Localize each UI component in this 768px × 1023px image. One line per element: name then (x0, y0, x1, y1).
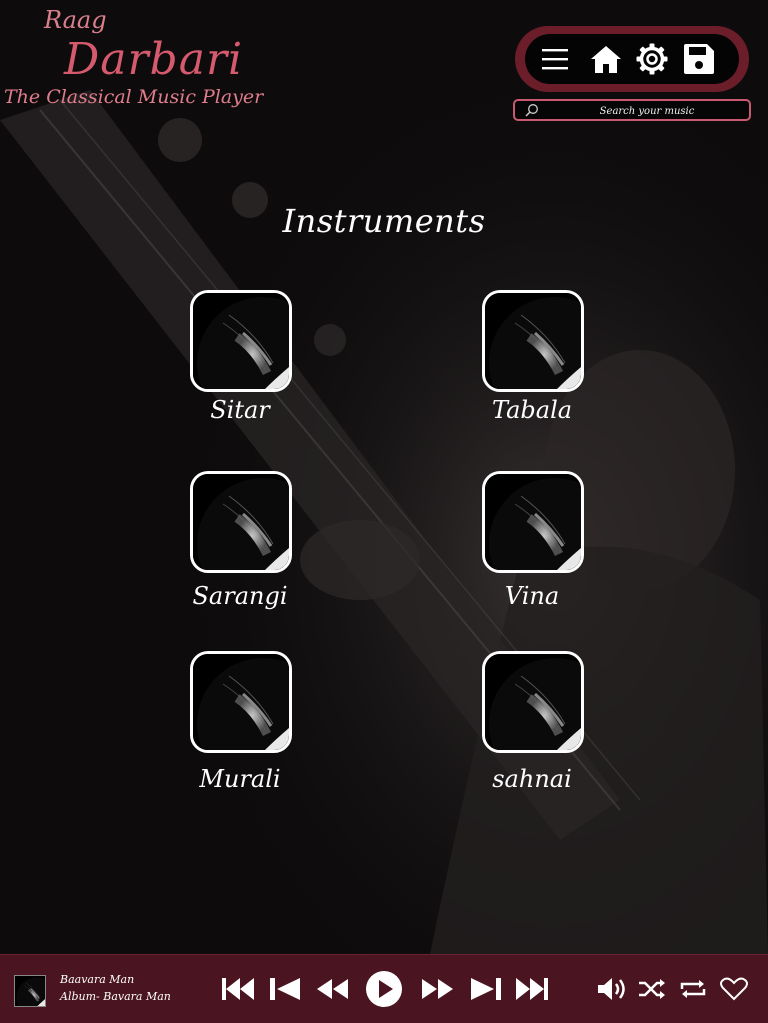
album-cover (482, 651, 584, 753)
search-bar (513, 99, 751, 121)
skip-start-button[interactable] (218, 971, 258, 1007)
vinyl-record-icon (485, 474, 581, 570)
album-cover (190, 471, 292, 573)
instrument-label: Vina (504, 582, 560, 610)
repeat-button[interactable] (673, 971, 713, 1007)
menu-icon (542, 49, 568, 70)
instrument-tile-vina[interactable]: Vina (442, 471, 622, 611)
search-icon (525, 104, 538, 117)
brand-line-raag: Raag (44, 6, 107, 34)
instrument-tile-murali[interactable]: Murali (150, 651, 330, 793)
volume-button[interactable] (592, 971, 632, 1007)
toolbar-inner (525, 34, 739, 84)
vinyl-record-icon (193, 293, 289, 389)
settings-icon (636, 43, 668, 75)
fast-forward-button[interactable] (418, 971, 458, 1007)
instrument-tile-sitar[interactable]: Sitar (150, 290, 330, 430)
page-title: Instruments (282, 202, 486, 240)
save-icon (684, 44, 714, 74)
volume-icon (598, 978, 625, 1000)
skip-end-button[interactable] (512, 971, 552, 1007)
search-input[interactable] (545, 101, 749, 121)
vinyl-record-icon (485, 293, 581, 389)
album-cover (482, 290, 584, 392)
instrument-label: sahnai (492, 765, 572, 793)
vinyl-record-icon (15, 976, 45, 1006)
instrument-tile-sahnai[interactable]: sahnai (442, 651, 622, 793)
save-button[interactable] (679, 34, 719, 84)
instrument-label: Murali (199, 765, 281, 793)
now-playing-album: Album- Bavara Man (60, 990, 171, 1003)
rewind-icon (317, 979, 348, 999)
vinyl-record-icon (193, 474, 289, 570)
album-cover (190, 290, 292, 392)
background-artwork (0, 0, 768, 1022)
repeat-icon (680, 980, 706, 998)
instrument-tile-tabala[interactable]: Tabala (442, 290, 622, 430)
app-logo: Raag Darbari The Classical Music Player (4, 6, 264, 116)
top-toolbar (515, 26, 749, 92)
play-button[interactable] (364, 971, 404, 1007)
heart-icon (720, 977, 748, 1001)
vinyl-record-icon (485, 654, 581, 750)
previous-icon (270, 978, 300, 1000)
menu-button[interactable] (535, 34, 575, 84)
next-icon (471, 978, 501, 1000)
fast-forward-icon (422, 979, 453, 999)
play-icon (366, 971, 402, 1007)
home-button[interactable] (586, 34, 626, 84)
settings-button[interactable] (632, 34, 672, 84)
shuffle-button[interactable] (632, 971, 672, 1007)
music-player-bar: Baavara Man Album- Bavara Man (0, 954, 768, 1023)
skip-start-icon (222, 978, 254, 1000)
shuffle-icon (639, 979, 665, 999)
vinyl-record-icon (193, 654, 289, 750)
instrument-label: Sarangi (192, 582, 288, 610)
now-playing-title: Baavara Man (60, 973, 135, 986)
next-button[interactable] (466, 971, 506, 1007)
album-cover (482, 471, 584, 573)
instrument-label: Sitar (210, 396, 270, 424)
home-icon (591, 46, 621, 73)
previous-button[interactable] (265, 971, 305, 1007)
skip-end-icon (516, 978, 548, 1000)
favorite-button[interactable] (714, 971, 754, 1007)
brand-line-darbari: Darbari (64, 34, 244, 85)
instrument-label: Tabala (491, 396, 573, 424)
brand-tagline: The Classical Music Player (4, 86, 264, 108)
album-cover (190, 651, 292, 753)
rewind-button[interactable] (312, 971, 352, 1007)
now-playing-thumbnail[interactable] (14, 975, 46, 1007)
instrument-tile-sarangi[interactable]: Sarangi (150, 471, 330, 611)
